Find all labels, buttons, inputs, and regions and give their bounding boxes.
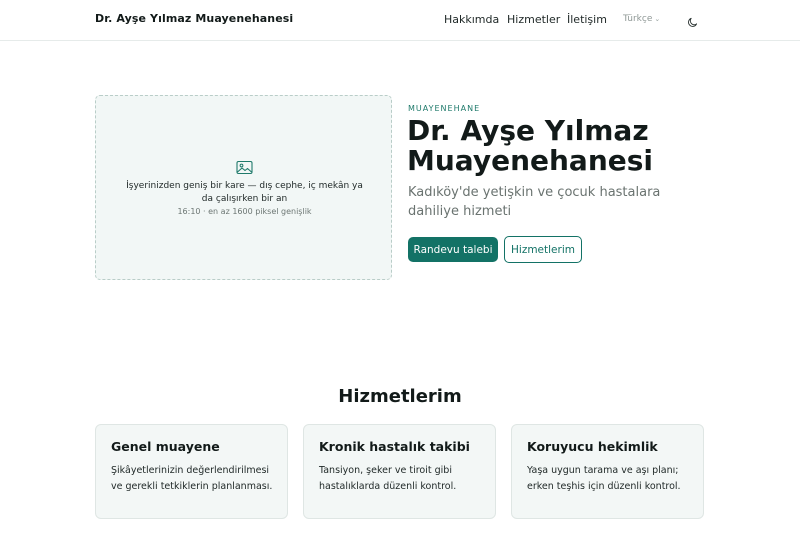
service-card-title: Kronik hastalık takibi: [319, 439, 470, 454]
service-card-general: Genel muayene Şikâyetlerinizin değerlend…: [95, 424, 288, 519]
image-placeholder-spec: 16:10 · en az 1600 piksel genişlik: [177, 207, 312, 216]
site-header: Dr. Ayşe Yılmaz Muayenehanesi Hakkımda H…: [0, 0, 800, 41]
hero-subtitle: Kadıköy'de yetişkin ve çocuk hastalara d…: [408, 185, 661, 219]
moon-icon[interactable]: [687, 13, 699, 27]
image-placeholder-caption: İşyerinizden geniş bir kare — dış cephe,…: [126, 181, 363, 204]
chevron-down-icon: ⌄: [654, 15, 661, 23]
my-services-button[interactable]: Hizmetlerim: [504, 236, 582, 263]
image-icon: [236, 160, 253, 175]
services-section-title: Hizmetlerim: [338, 386, 462, 407]
hero-eyebrow: MUAYENEHANE: [408, 104, 481, 113]
service-card-title: Genel muayene: [111, 439, 220, 454]
nav-link-services[interactable]: Hizmetler: [507, 13, 560, 26]
service-card-description: Tansiyon, şeker ve tiroit gibi hastalıkl…: [319, 465, 457, 492]
nav-link-about[interactable]: Hakkımda: [444, 13, 499, 26]
language-select[interactable]: Türkçe ⌄: [623, 14, 660, 24]
service-card-description: Yaşa uygun tarama ve aşı planı; erken te…: [527, 465, 681, 492]
service-card-chronic: Kronik hastalık takibi Tansiyon, şeker v…: [303, 424, 496, 519]
service-card-preventive: Koruyucu hekimlik Yaşa uygun tarama ve a…: [511, 424, 704, 519]
service-card-title: Koruyucu hekimlik: [527, 439, 658, 454]
nav-link-contact[interactable]: İletişim: [567, 13, 607, 26]
hero-title: Dr. Ayşe Yılmaz Muayenehanesi: [407, 114, 654, 177]
language-label: Türkçe: [623, 14, 653, 24]
hero-image-placeholder: İşyerinizden geniş bir kare — dış cephe,…: [95, 95, 392, 280]
service-card-description: Şikâyetlerinizin değerlendirilmesi ve ge…: [111, 465, 273, 492]
main-nav: Hakkımda Hizmetler İletişim Türkçe ⌄: [0, 13, 800, 29]
appointment-request-button[interactable]: Randevu talebi: [408, 237, 498, 262]
